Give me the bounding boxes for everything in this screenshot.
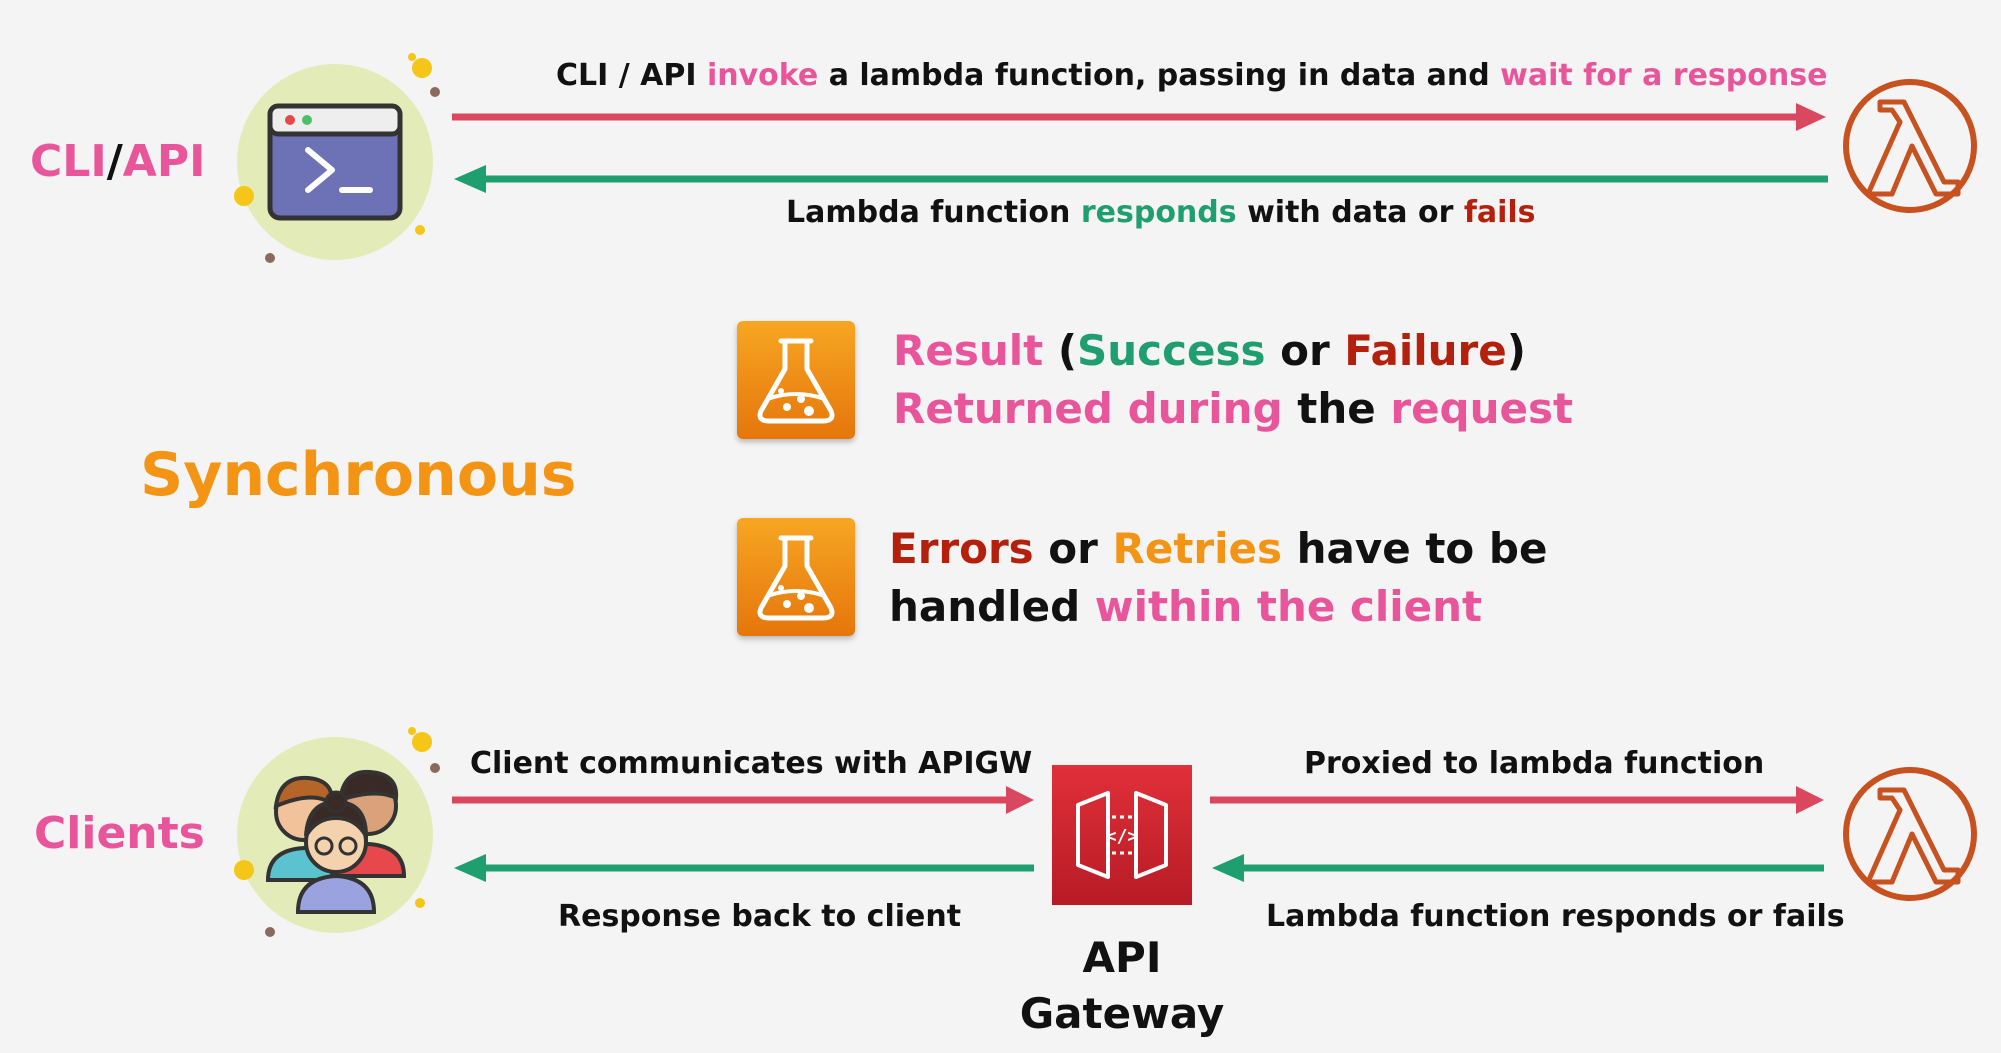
invoke-caption: CLI / API invoke a lambda function, pass…	[556, 58, 1827, 93]
clients-label: Clients	[34, 808, 205, 859]
apigw-to-lambda-arrow	[1210, 786, 1824, 814]
response-back-caption: Response back to client	[558, 899, 962, 934]
flask-icon	[737, 321, 855, 439]
client-communicates-caption: Client communicates with APIGW	[470, 746, 1033, 781]
caption-text: with data or	[1236, 195, 1464, 230]
api-gateway-label: API Gateway	[1000, 930, 1244, 1042]
result-info-line2: Returned during the request	[893, 380, 1573, 438]
invoke-arrow	[452, 103, 1826, 131]
lambda-icon	[1843, 79, 1977, 213]
info-text: the	[1282, 384, 1391, 433]
info-text: Retries	[1112, 524, 1283, 573]
cli-label-separator: /	[106, 136, 123, 187]
errors-info-line1: Errors or Retries have to be	[889, 520, 1547, 578]
info-text: request	[1390, 384, 1574, 433]
clients-icon	[234, 727, 440, 937]
lambda-icon	[1843, 767, 1977, 901]
cli-api-label: CLI/API	[30, 136, 205, 187]
errors-info-line2: handled within the client	[889, 578, 1547, 636]
response-arrow	[454, 165, 1828, 193]
caption-highlight: fails	[1463, 195, 1536, 230]
caption-text: a lambda function, passing in data and	[818, 58, 1501, 93]
responds-caption: Lambda function responds with data or fa…	[786, 195, 1536, 230]
caption-highlight: invoke	[706, 58, 819, 93]
svg-text:</>: </>	[1106, 826, 1139, 847]
info-text: Result	[893, 326, 1044, 375]
flask-icon	[737, 518, 855, 636]
info-text: Success	[1077, 326, 1266, 375]
api-gateway-label-line2: Gateway	[1019, 989, 1225, 1038]
errors-info: Errors or Retries have to be handled wit…	[889, 520, 1547, 636]
api-gateway-icon: </>	[1052, 765, 1192, 905]
result-info: Result (Success or Failure) Returned dur…	[893, 322, 1573, 438]
caption-highlight: wait for a response	[1500, 58, 1828, 93]
cli-label-part1: CLI	[30, 136, 107, 187]
info-text: have to be	[1282, 524, 1548, 573]
client-to-apigw-arrow	[452, 786, 1034, 814]
info-text: Failure	[1344, 326, 1507, 375]
caption-text: CLI / API	[556, 58, 707, 93]
proxied-caption: Proxied to lambda function	[1304, 746, 1765, 781]
info-text: Returned during	[893, 384, 1283, 433]
info-text: )	[1506, 326, 1526, 375]
lambda-to-apigw-arrow	[1212, 854, 1824, 882]
cli-label-part2: API	[122, 136, 206, 187]
api-gateway-label-line1: API	[1082, 933, 1162, 982]
info-text: or	[1033, 524, 1113, 573]
info-text: within the client	[1094, 582, 1483, 631]
info-text: (	[1043, 326, 1078, 375]
result-info-line1: Result (Success or Failure)	[893, 322, 1573, 380]
synchronous-heading: Synchronous	[140, 440, 577, 510]
info-text: or	[1265, 326, 1345, 375]
apigw-to-client-arrow	[454, 854, 1034, 882]
caption-text: Lambda function	[786, 195, 1081, 230]
info-text: Errors	[889, 524, 1034, 573]
terminal-icon	[234, 53, 440, 263]
lambda-responds-caption: Lambda function responds or fails	[1266, 899, 1845, 934]
caption-highlight: responds	[1080, 195, 1237, 230]
info-text: handled	[889, 582, 1095, 631]
